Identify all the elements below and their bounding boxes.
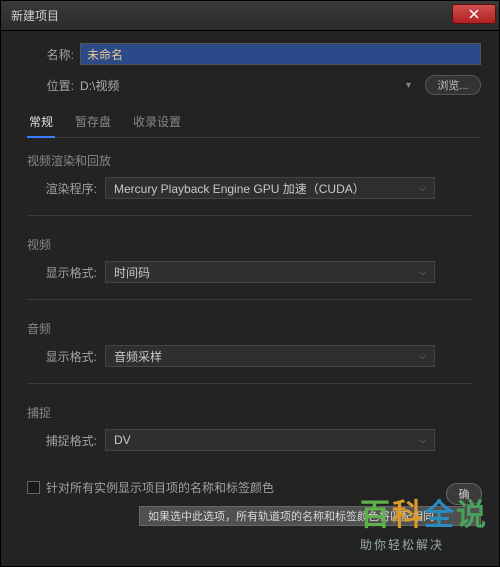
section-video: 视频 显示格式: 时间码 ⌵: [19, 222, 481, 293]
tab-general[interactable]: 常规: [27, 109, 55, 138]
section-capture: 捕捉 捕捉格式: DV ⌵: [19, 390, 481, 461]
tab-scratch[interactable]: 暂存盘: [73, 109, 113, 137]
window-title: 新建项目: [11, 7, 59, 24]
show-names-checkbox[interactable]: [27, 481, 40, 494]
location-label: 位置:: [19, 77, 74, 94]
divider: [27, 215, 473, 216]
dialog-window: 新建项目 名称: 位置: D:\视频 ▾ 浏览... 常规 暂存盘 收录设置 视…: [0, 0, 500, 567]
dropdown-value: Mercury Playback Engine GPU 加速（CUDA）: [114, 180, 365, 197]
section-title: 视频渲染和回放: [27, 152, 473, 169]
capture-format-label: 捕捉格式:: [27, 432, 97, 449]
audio-format-dropdown[interactable]: 音频采样 ⌵: [105, 345, 435, 367]
chevron-down-icon: ⌵: [419, 435, 426, 446]
section-title: 视频: [27, 236, 473, 253]
watermark-logo: 百 科 全 说: [360, 490, 486, 534]
divider: [27, 383, 473, 384]
section-title: 音频: [27, 320, 473, 337]
video-format-label: 显示格式:: [27, 264, 97, 281]
chevron-down-icon: ⌵: [419, 351, 426, 362]
watermark: 百 科 全 说 助你轻松解决: [360, 490, 486, 553]
window-close-button[interactable]: [452, 4, 496, 24]
tab-bar: 常规 暂存盘 收录设置: [27, 109, 481, 138]
renderer-dropdown[interactable]: Mercury Playback Engine GPU 加速（CUDA） ⌵: [105, 177, 435, 199]
wm-char: 百: [360, 490, 390, 534]
browse-label: 浏览...: [437, 77, 468, 93]
watermark-subtitle: 助你轻松解决: [360, 536, 486, 553]
section-audio: 音频 显示格式: 音频采样 ⌵: [19, 306, 481, 377]
dialog-content: 名称: 位置: D:\视频 ▾ 浏览... 常规 暂存盘 收录设置 视频渲染和回…: [1, 31, 499, 538]
browse-button[interactable]: 浏览...: [425, 75, 481, 95]
dropdown-value: 时间码: [114, 264, 150, 281]
location-path: D:\视频: [80, 77, 400, 94]
renderer-label: 渲染程序:: [27, 180, 97, 197]
divider: [27, 299, 473, 300]
wm-char: 全: [424, 490, 454, 534]
section-title: 捕捉: [27, 404, 473, 421]
audio-format-label: 显示格式:: [27, 348, 97, 365]
section-render: 视频渲染和回放 渲染程序: Mercury Playback Engine GP…: [19, 138, 481, 209]
chevron-down-icon[interactable]: ▾: [406, 80, 411, 91]
close-icon: [469, 9, 479, 19]
wm-char: 说: [456, 490, 486, 534]
dropdown-value: 音频采样: [114, 348, 162, 365]
capture-format-dropdown[interactable]: DV ⌵: [105, 429, 435, 451]
project-name-input[interactable]: [80, 43, 481, 65]
title-bar: 新建项目: [1, 1, 499, 31]
video-format-dropdown[interactable]: 时间码 ⌵: [105, 261, 435, 283]
name-row: 名称:: [19, 43, 481, 65]
chevron-down-icon: ⌵: [419, 267, 426, 278]
dropdown-value: DV: [114, 433, 131, 447]
tab-label: 暂存盘: [75, 115, 111, 129]
location-row: 位置: D:\视频 ▾ 浏览...: [19, 75, 481, 95]
chevron-down-icon: ⌵: [419, 183, 426, 194]
tab-label: 常规: [29, 115, 53, 129]
tab-ingest[interactable]: 收录设置: [131, 109, 183, 137]
checkbox-label: 针对所有实例显示项目项的名称和标签颜色: [46, 479, 274, 496]
tab-label: 收录设置: [133, 115, 181, 129]
wm-char: 科: [392, 490, 422, 534]
name-label: 名称:: [19, 46, 74, 63]
